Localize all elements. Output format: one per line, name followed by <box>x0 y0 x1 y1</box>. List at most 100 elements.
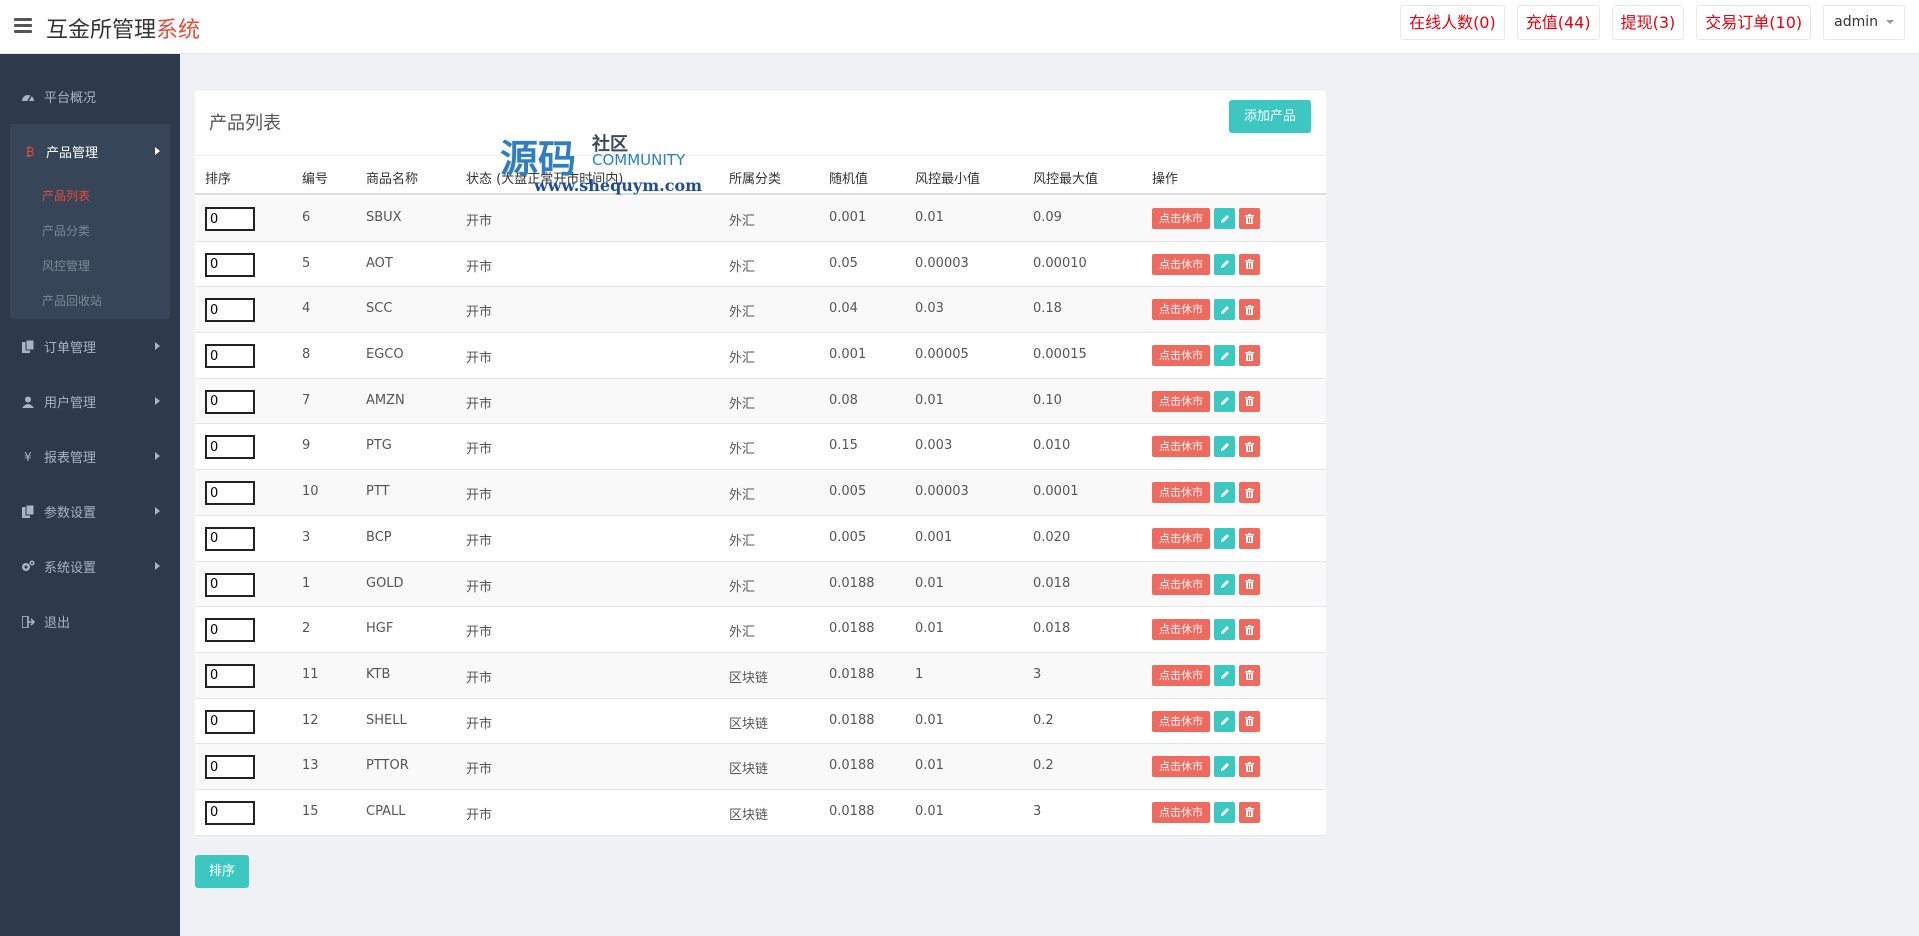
sidebar-item-logout[interactable]: 退出 <box>0 594 180 649</box>
table-row: 4 SCC 开市 外汇 0.04 0.03 0.18 点击休市 <box>195 287 1326 334</box>
delete-button[interactable] <box>1239 253 1260 275</box>
sort-button[interactable]: 排序 <box>195 855 249 888</box>
sort-order-input[interactable] <box>205 252 255 277</box>
close-market-button[interactable]: 点击休市 <box>1152 664 1210 686</box>
edit-button[interactable] <box>1214 573 1235 595</box>
trash-icon <box>1245 579 1254 589</box>
close-market-button[interactable]: 点击休市 <box>1152 253 1210 275</box>
sort-order-input[interactable] <box>205 709 255 734</box>
sidebar-item-products[interactable]: ₿ 产品管理 <box>10 124 170 179</box>
header-actions: 在线人数(0) 充值(44) 提现(3) 交易订单(10) admin <box>1400 5 1905 40</box>
close-market-button[interactable]: 点击休市 <box>1152 436 1210 458</box>
cell-id: 6 <box>302 210 311 225</box>
close-market-button[interactable]: 点击休市 <box>1152 208 1210 229</box>
delete-button[interactable] <box>1239 436 1260 458</box>
add-product-button[interactable]: 添加产品 <box>1229 100 1311 133</box>
delete-button[interactable] <box>1239 299 1260 321</box>
close-market-button[interactable]: 点击休市 <box>1152 573 1210 595</box>
top-bar: 互金所管理系统 在线人数(0) 充值(44) 提现(3) 交易订单(10) ad… <box>0 0 1919 54</box>
edit-button[interactable] <box>1214 527 1235 549</box>
sidebar-subitem-risk-control[interactable]: 风控管理 <box>10 249 170 284</box>
sidebar-subitem-recycle-bin[interactable]: 产品回收站 <box>10 284 170 319</box>
cell-risk-min: 0.01 <box>915 210 944 225</box>
sort-order-input[interactable] <box>205 344 255 369</box>
close-market-button[interactable]: 点击休市 <box>1152 482 1210 504</box>
cell-status: 开市 <box>466 396 493 412</box>
edit-button[interactable] <box>1214 756 1235 778</box>
sort-order-input[interactable] <box>205 800 255 825</box>
cell-risk-min: 0.00005 <box>915 347 969 363</box>
sort-order-input[interactable] <box>205 298 255 323</box>
trade-orders-button[interactable]: 交易订单(10) <box>1696 5 1812 40</box>
cell-category: 外汇 <box>729 442 756 458</box>
sidebar-item-reports[interactable]: ¥ 报表管理 <box>0 429 180 484</box>
edit-button[interactable] <box>1214 801 1235 823</box>
online-users-button[interactable]: 在线人数(0) <box>1400 5 1505 40</box>
sidebar-subitem-product-list[interactable]: 产品列表 <box>10 179 170 214</box>
recharge-button[interactable]: 充值(44) <box>1516 5 1600 40</box>
sidebar-item-users[interactable]: 用户管理 <box>0 374 180 429</box>
sidebar-item-label: 订单管理 <box>44 341 97 356</box>
delete-button[interactable] <box>1239 710 1260 732</box>
delete-button[interactable] <box>1239 345 1260 367</box>
close-market-button[interactable]: 点击休市 <box>1152 801 1210 823</box>
delete-button[interactable] <box>1239 390 1260 412</box>
delete-button[interactable] <box>1239 756 1260 778</box>
cell-risk-min: 0.001 <box>915 529 953 545</box>
edit-button[interactable] <box>1214 345 1235 367</box>
delete-button[interactable] <box>1239 619 1260 641</box>
sort-order-input[interactable] <box>205 572 255 597</box>
edit-button[interactable] <box>1214 253 1235 275</box>
chevron-right-icon <box>155 342 160 350</box>
sort-order-input[interactable] <box>205 207 255 231</box>
close-market-button[interactable]: 点击休市 <box>1152 390 1210 412</box>
column-header-sort: 排序 <box>205 172 232 187</box>
edit-button[interactable] <box>1214 390 1235 412</box>
edit-button[interactable] <box>1214 619 1235 641</box>
sort-order-input[interactable] <box>205 618 255 643</box>
sort-order-input[interactable] <box>205 435 255 460</box>
close-market-button[interactable]: 点击休市 <box>1152 619 1210 641</box>
sidebar-item-orders[interactable]: 订单管理 <box>0 319 180 374</box>
sidebar-item-overview[interactable]: 平台概况 <box>0 69 180 124</box>
delete-button[interactable] <box>1239 801 1260 823</box>
close-market-button[interactable]: 点击休市 <box>1152 299 1210 321</box>
sort-order-input[interactable] <box>205 755 255 780</box>
edit-button[interactable] <box>1214 482 1235 504</box>
close-market-button[interactable]: 点击休市 <box>1152 756 1210 778</box>
edit-button[interactable] <box>1214 299 1235 321</box>
delete-button[interactable] <box>1239 527 1260 549</box>
column-header-risk-max: 风控最大值 <box>1033 172 1099 187</box>
sign-out-icon <box>20 614 36 630</box>
trash-icon <box>1245 259 1254 270</box>
edit-button[interactable] <box>1214 710 1235 732</box>
user-menu-button[interactable]: admin <box>1823 5 1905 40</box>
withdraw-button[interactable]: 提现(3) <box>1611 5 1685 40</box>
cell-random: 0.0188 <box>829 803 875 819</box>
cell-random: 0.001 <box>829 210 867 225</box>
trash-icon <box>1245 716 1254 727</box>
sidebar-item-parameters[interactable]: 参数设置 <box>0 484 180 539</box>
sidebar-item-label: 用户管理 <box>44 396 97 411</box>
close-market-button[interactable]: 点击休市 <box>1152 710 1210 732</box>
edit-button[interactable] <box>1214 664 1235 686</box>
close-market-button[interactable]: 点击休市 <box>1152 527 1210 549</box>
menu-toggle-icon[interactable] <box>14 18 32 34</box>
sort-order-input[interactable] <box>205 663 255 688</box>
edit-button[interactable] <box>1214 208 1235 229</box>
sort-order-input[interactable] <box>205 389 255 414</box>
cell-risk-min: 0.00003 <box>915 255 969 271</box>
delete-button[interactable] <box>1239 208 1260 229</box>
sort-order-input[interactable] <box>205 481 255 506</box>
table-row: 12 SHELL 开市 区块链 0.0188 0.01 0.2 点击休市 <box>195 699 1326 745</box>
cell-status: 开市 <box>466 488 493 504</box>
pencil-icon <box>1220 625 1229 634</box>
sidebar-subitem-product-category[interactable]: 产品分类 <box>10 214 170 249</box>
sort-order-input[interactable] <box>205 526 255 551</box>
delete-button[interactable] <box>1239 482 1260 504</box>
delete-button[interactable] <box>1239 573 1260 595</box>
delete-button[interactable] <box>1239 664 1260 686</box>
edit-button[interactable] <box>1214 436 1235 458</box>
close-market-button[interactable]: 点击休市 <box>1152 345 1210 367</box>
sidebar-item-system-settings[interactable]: 系统设置 <box>0 539 180 594</box>
